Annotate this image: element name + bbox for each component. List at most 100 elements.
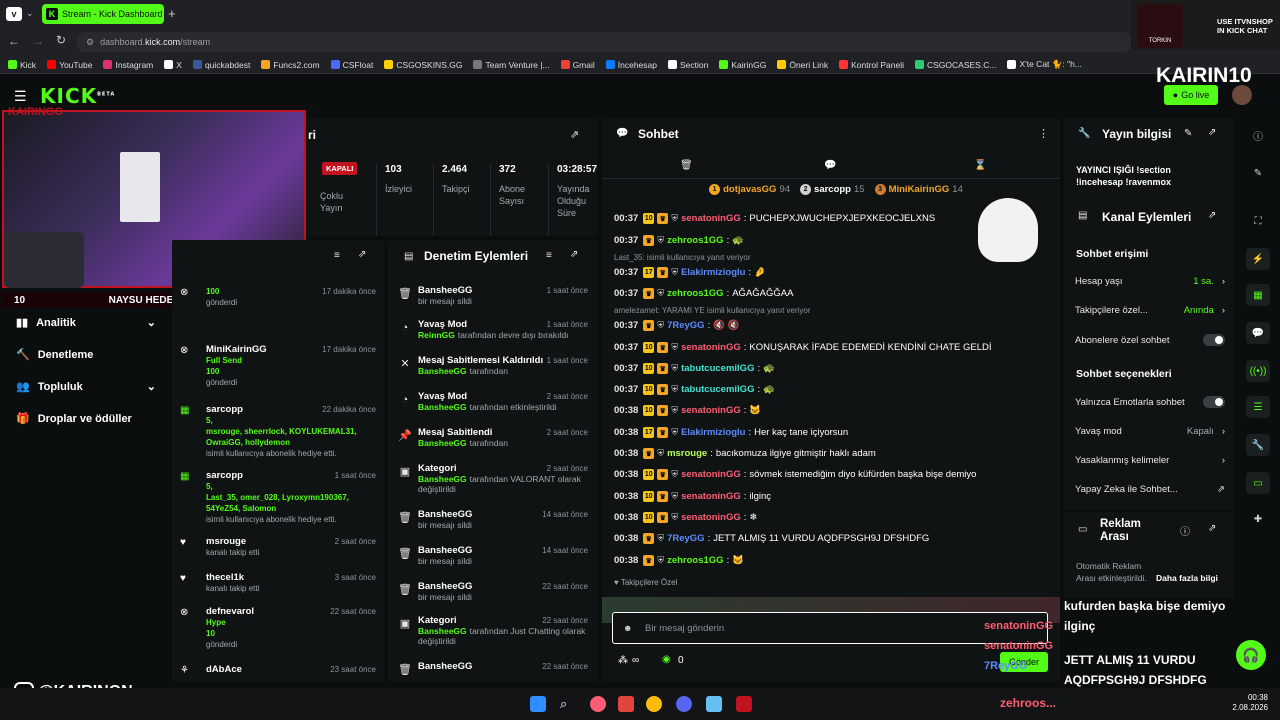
chat-username[interactable]: Elakirmizioglu: [681, 267, 745, 278]
bookmark-item[interactable]: İncehesap: [605, 59, 657, 70]
bookmark-item[interactable]: YouTube: [47, 59, 92, 70]
chat-username[interactable]: senatoninGG: [681, 405, 741, 416]
steam-icon[interactable]: [706, 696, 722, 712]
sidebar-item-droplar[interactable]: 🎁 Droplar ve ödüller: [16, 412, 156, 426]
activity-item[interactable]: ▦ sarcopp 5, msrouge, sheerrlock, KOYLUKEMA…: [180, 404, 380, 459]
chat-message[interactable]: 00:37 10 ♛ ⛨ tabutcucemilGG: 🐢: [614, 363, 1054, 374]
chat-username[interactable]: msrouge: [667, 448, 707, 459]
chat-username[interactable]: senatoninGG: [681, 213, 741, 224]
chat-message[interactable]: 00:38 ♛ ⛨ 7ReyGG: JETT ALMIŞ 11 VURDU AQDFPS…: [614, 533, 1054, 544]
toggle-switch[interactable]: [1203, 334, 1225, 346]
moderation-item[interactable]: ▣ Kategori BansheeGG tarafından VALORANT ol…: [398, 464, 590, 495]
trash-icon[interactable]: 🗑: [680, 160, 693, 171]
moderation-item[interactable]: 🗑 BansheeGG bir mesajı sildi 14 saat önce: [398, 510, 590, 531]
list-rail-icon[interactable]: ☰: [1246, 396, 1270, 418]
edit-icon[interactable]: ✎: [1184, 128, 1192, 139]
chat-username[interactable]: zehroos1GG: [667, 288, 724, 299]
setting-row[interactable]: Yavaş mod Kapalı ›: [1075, 426, 1225, 437]
bookmark-item[interactable]: CSGOCASES.C...: [915, 59, 996, 70]
support-button[interactable]: 🎧: [1236, 640, 1266, 670]
bookmark-item[interactable]: Kontrol Paneli: [839, 59, 904, 70]
chat-message[interactable]: 00:38 ♛ ⛨ msrouge: bacıkomuza ilgiye gitmişt…: [614, 448, 1054, 459]
moderation-item[interactable]: ▣ Kategori BansheeGG tarafından Just Chatti…: [398, 616, 590, 647]
chat-rail-icon[interactable]: 💬: [1246, 322, 1270, 344]
emoji-icon[interactable]: ☻: [623, 623, 632, 633]
moderation-item[interactable]: 📌 Mesaj Sabitlendi BansheeGG tarafından 2 sa…: [398, 428, 590, 449]
chat-username[interactable]: 7ReyGG: [667, 320, 705, 331]
bookmark-item[interactable]: KairinGG: [719, 59, 766, 70]
bookmark-item[interactable]: Öneri Link: [777, 59, 828, 70]
chat-username[interactable]: tabutcucemilGG: [681, 363, 754, 374]
activity-item[interactable]: ⊗ defnevarol Hype 10 gönderdi 22 saat önce: [180, 606, 380, 650]
info-icon[interactable]: ⓘ: [1180, 523, 1190, 538]
browser-menu-icon[interactable]: v: [6, 7, 22, 21]
sidebar-item-topluluk[interactable]: 👥 Topluluk ⌄: [16, 380, 156, 394]
sidebar-item-analitik[interactable]: ▮▮ Analitik ⌄: [16, 316, 156, 330]
chat-message[interactable]: 00:38 10 ♛ ⛨ senatoninGG: 🐱: [614, 405, 1054, 416]
filter-icon[interactable]: ≡: [546, 250, 552, 261]
chat-username[interactable]: senatoninGG: [681, 512, 741, 523]
bookmark-item[interactable]: quickabdest: [192, 59, 250, 70]
chat-message[interactable]: 00:38 10 ♛ ⛨ senatoninGG: ❄: [614, 512, 1054, 523]
chat-username[interactable]: senatoninGG: [681, 491, 741, 502]
moderation-item[interactable]: 🗑 BansheeGG bir mesajı sildi 14 saat önce: [398, 546, 590, 567]
chat-message[interactable]: 00:38 10 ♛ ⛨ senatoninGG: ilginç: [614, 491, 1054, 502]
chat-message[interactable]: 00:37 ♛ ⛨ 7ReyGG: 🔇 🔇: [614, 320, 1054, 331]
activity-item[interactable]: ▦ sarcopp 5, Last_35, omer_028, Lyroxymn190…: [180, 470, 380, 525]
window-rail-icon[interactable]: ▭: [1246, 472, 1270, 494]
chat-message[interactable]: 00:37 ♛ ⛨ zehroos1GG: AĞAĞAĞĞAA: [614, 288, 1054, 299]
moderation-item[interactable]: ✕ Mesaj Sabitlemesi Kaldırıldı BansheeGG ta…: [398, 356, 590, 377]
setting-row[interactable]: Abonelere özel sohbet: [1075, 334, 1225, 346]
bookmark-item[interactable]: X: [164, 59, 182, 70]
top-gifter[interactable]: 2 sarcopp 15: [800, 184, 865, 195]
sidebar-item-denetleme[interactable]: 🔨 Denetleme: [16, 348, 156, 362]
activity-item[interactable]: ⊗ 100 gönderdi 17 dakika önce: [180, 286, 380, 308]
chat-username[interactable]: zehroos1GG: [667, 235, 724, 246]
chevron-down-icon[interactable]: ⌄: [26, 8, 34, 19]
bookmark-item[interactable]: Kick: [8, 59, 36, 70]
ad-more-info-link[interactable]: Daha fazla bilgi: [1156, 573, 1218, 583]
chat-message[interactable]: 00:37 17 ♛ ⛨ Elakirmizioglu: 🤌: [614, 267, 1054, 278]
filter-icon[interactable]: ≡: [334, 250, 340, 261]
obs-icon[interactable]: [736, 696, 752, 712]
chat-username[interactable]: zehroos1GG: [667, 555, 724, 566]
chat-input[interactable]: ☻ Bir mesaj gönderin: [612, 612, 1048, 644]
popout-icon[interactable]: ⇗: [1208, 523, 1216, 534]
forward-icon[interactable]: →: [32, 34, 44, 48]
setting-row[interactable]: Takipçilere özel... Anında ›: [1075, 305, 1225, 316]
puzzle-rail-icon[interactable]: ✚: [1246, 508, 1270, 530]
reload-icon[interactable]: ↻: [56, 33, 66, 47]
clipboard-rail-icon[interactable]: ▦: [1246, 284, 1270, 306]
setting-row[interactable]: Yapay Zeka ile Sohbet... ⇗: [1075, 484, 1225, 495]
bookmark-item[interactable]: Instagram: [103, 59, 153, 70]
popout-icon[interactable]: ⇗: [1208, 210, 1216, 221]
windows-start-icon[interactable]: [530, 696, 546, 712]
chat-username[interactable]: tabutcucemilGG: [681, 384, 754, 395]
moderation-item[interactable]: ◔ Yavaş Mod BansheeGG tarafından etkinleşti…: [398, 392, 590, 413]
edit-rail-icon[interactable]: ✎: [1246, 162, 1270, 184]
kick-logo[interactable]: KICKBETA: [40, 84, 115, 108]
chat-username[interactable]: senatoninGG: [681, 469, 741, 480]
popout-icon[interactable]: ⇗: [570, 128, 579, 141]
discord-icon[interactable]: [676, 696, 692, 712]
chat-message[interactable]: 00:38 17 ♛ ⛨ Elakirmizioglu: Her kaç tane içi…: [614, 427, 1054, 438]
chat-message[interactable]: 00:37 10 ♛ ⛨ tabutcucemilGG: 🐢: [614, 384, 1054, 395]
hamburger-menu-icon[interactable]: ☰: [14, 88, 27, 105]
bookmark-item[interactable]: Section: [668, 59, 708, 70]
chat-username[interactable]: Elakirmizioglu: [681, 427, 745, 438]
moderation-item[interactable]: 🗑 BansheeGG bir mesajı sildi 1 saat önce: [398, 286, 590, 307]
broadcast-rail-icon[interactable]: ((•)): [1246, 360, 1270, 382]
moderation-item[interactable]: 🗑 BansheeGG bir mesajı sildi 22 saat önce: [398, 582, 590, 603]
info-rail-icon[interactable]: ⓘ: [1246, 124, 1270, 146]
more-options-icon[interactable]: ⋮: [1038, 127, 1049, 140]
wrench-rail-icon[interactable]: 🔧: [1246, 434, 1270, 456]
hourglass-icon[interactable]: ⌛: [974, 160, 986, 171]
top-gifter[interactable]: 3 MiniKairinGG 14: [874, 184, 963, 195]
bookmark-item[interactable]: Team Venture |...: [473, 59, 550, 70]
chat-message[interactable]: 00:38 ♛ ⛨ zehroos1GG: 🐱: [614, 555, 1054, 566]
chat-message[interactable]: 00:37 ♛ ⛨ zehroos1GG: 🐢: [614, 235, 1054, 246]
setting-row[interactable]: Yasaklanmış kelimeler ›: [1075, 455, 1225, 466]
expand-rail-icon[interactable]: ⛶: [1246, 210, 1270, 232]
app-icon[interactable]: [590, 696, 606, 712]
back-icon[interactable]: ←: [8, 34, 20, 48]
